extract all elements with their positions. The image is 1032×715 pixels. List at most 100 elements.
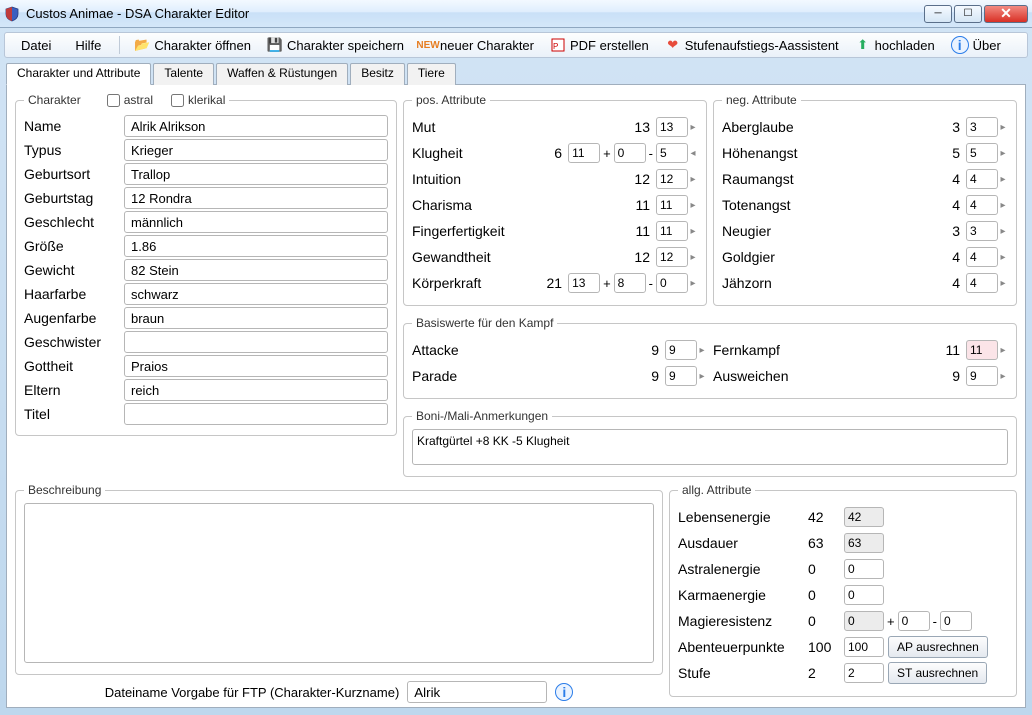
arrow-icon[interactable]: ▸ — [688, 122, 698, 133]
neg-attr-box[interactable] — [966, 195, 998, 215]
neg-attr-box[interactable] — [966, 247, 998, 267]
pos-attr-box[interactable] — [656, 195, 688, 215]
menu-datei[interactable]: Datei — [11, 36, 61, 55]
pos-attr-box[interactable] — [568, 143, 600, 163]
arrow-icon[interactable]: ▸ — [688, 200, 698, 211]
pos-attr-box[interactable] — [656, 247, 688, 267]
folder-open-icon: 📂 — [134, 37, 150, 53]
pos-attr-minus[interactable] — [656, 143, 688, 163]
input-geburtsort[interactable] — [124, 163, 388, 185]
tab-talente[interactable]: Talente — [153, 63, 214, 85]
arrow-icon[interactable]: ▸ — [688, 226, 698, 237]
boni-legend: Boni-/Mali-Anmerkungen — [412, 409, 552, 423]
arrow-icon[interactable]: ◂ — [688, 148, 698, 159]
neg-attr-name: Jähzorn — [722, 275, 936, 291]
tool-save[interactable]: 💾 Charakter speichern — [261, 35, 410, 55]
arrow-icon[interactable]: ▸ — [998, 200, 1008, 211]
close-button[interactable]: ✕ — [984, 5, 1028, 23]
allg-mr-box[interactable] — [844, 611, 884, 631]
allg-le-box[interactable] — [844, 507, 884, 527]
ausweichen-name: Ausweichen — [713, 368, 936, 384]
klerikal-checkbox[interactable] — [171, 94, 184, 107]
neg-attr-box[interactable] — [966, 117, 998, 137]
tab-charakter-attribute[interactable]: Charakter und Attribute — [6, 63, 151, 85]
arrow-icon[interactable]: ▸ — [998, 252, 1008, 263]
arrow-icon[interactable]: ▸ — [998, 278, 1008, 289]
input-geburtstag[interactable] — [124, 187, 388, 209]
parade-name: Parade — [412, 368, 635, 384]
allg-ae-box[interactable] — [844, 559, 884, 579]
arrow-icon[interactable]: ▸ — [998, 174, 1008, 185]
menu-hilfe[interactable]: Hilfe — [65, 36, 111, 55]
tool-about[interactable]: i Über — [945, 34, 1007, 56]
arrow-icon[interactable]: ▸ — [998, 371, 1008, 382]
beschreibung-textarea[interactable] — [24, 503, 654, 663]
attacke-box[interactable] — [665, 340, 697, 360]
arrow-icon[interactable]: ▸ — [697, 345, 707, 356]
neg-attr-name: Totenangst — [722, 197, 936, 213]
fernkampf-box[interactable] — [966, 340, 998, 360]
tool-pdf[interactable]: P PDF erstellen — [544, 35, 655, 55]
pos-attr-minus[interactable] — [656, 273, 688, 293]
input-gewicht[interactable] — [124, 259, 388, 281]
input-typus[interactable] — [124, 139, 388, 161]
titlebar: Custos Animae - DSA Charakter Editor ─ ☐… — [0, 0, 1032, 28]
pos-attr-box[interactable] — [656, 169, 688, 189]
tab-besitz[interactable]: Besitz — [350, 63, 405, 85]
ausweichen-box[interactable] — [966, 366, 998, 386]
arrow-icon[interactable]: ▸ — [998, 226, 1008, 237]
minimize-button[interactable]: ─ — [924, 5, 952, 23]
arrow-icon[interactable]: ▸ — [998, 148, 1008, 159]
input-haarfarbe[interactable] — [124, 283, 388, 305]
arrow-icon[interactable]: ▸ — [998, 345, 1008, 356]
arrow-icon[interactable]: ▸ — [688, 252, 698, 263]
input-augenfarbe[interactable] — [124, 307, 388, 329]
input-gottheit[interactable] — [124, 355, 388, 377]
allg-le-value: 42 — [808, 509, 844, 525]
tool-levelup[interactable]: ❤ Stufenaufstiegs-Aassistent — [659, 35, 845, 55]
allg-st-box[interactable] — [844, 663, 884, 683]
pos-attr-box[interactable] — [568, 273, 600, 293]
parade-box[interactable] — [665, 366, 697, 386]
tab-tiere[interactable]: Tiere — [407, 63, 456, 85]
input-name[interactable] — [124, 115, 388, 137]
astral-checkbox[interactable] — [107, 94, 120, 107]
arrow-icon[interactable]: ▸ — [998, 122, 1008, 133]
input-eltern[interactable] — [124, 379, 388, 401]
arrow-icon[interactable]: ▸ — [688, 278, 698, 289]
boni-textarea[interactable] — [412, 429, 1008, 465]
ftp-info-icon[interactable]: i — [555, 683, 573, 701]
neg-attr-box[interactable] — [966, 169, 998, 189]
input-titel[interactable] — [124, 403, 388, 425]
pos-attr-box[interactable] — [656, 221, 688, 241]
ftp-input[interactable] — [407, 681, 547, 703]
tool-upload[interactable]: ⬆ hochladen — [849, 35, 941, 55]
pos-attr-box[interactable] — [656, 117, 688, 137]
tool-new[interactable]: NEW neuer Charakter — [414, 35, 540, 55]
ausweichen-value: 9 — [936, 368, 960, 384]
input-geschlecht[interactable] — [124, 211, 388, 233]
input-geschwister[interactable] — [124, 331, 388, 353]
pos-attr-name: Charisma — [412, 197, 626, 213]
input-groesse[interactable] — [124, 235, 388, 257]
allg-mr-plus[interactable] — [898, 611, 930, 631]
pos-attr-plus[interactable] — [614, 143, 646, 163]
arrow-icon[interactable]: ▸ — [688, 174, 698, 185]
label-geburtstag: Geburtstag — [24, 190, 124, 206]
allg-mr-minus[interactable] — [940, 611, 972, 631]
tab-waffen-ruestungen[interactable]: Waffen & Rüstungen — [216, 63, 348, 85]
pos-attr-plus[interactable] — [614, 273, 646, 293]
allg-ke-box[interactable] — [844, 585, 884, 605]
allg-au-box[interactable] — [844, 533, 884, 553]
arrow-icon[interactable]: ▸ — [697, 371, 707, 382]
pos-attr-value: 11 — [626, 197, 650, 213]
allg-ap-box[interactable] — [844, 637, 884, 657]
allg-ae-name: Astralenergie — [678, 561, 808, 577]
maximize-button[interactable]: ☐ — [954, 5, 982, 23]
btn-ap[interactable]: AP ausrechnen — [888, 636, 988, 658]
neg-attr-box[interactable] — [966, 221, 998, 241]
neg-attr-box[interactable] — [966, 143, 998, 163]
neg-attr-box[interactable] — [966, 273, 998, 293]
tool-open[interactable]: 📂 Charakter öffnen — [128, 35, 257, 55]
btn-st[interactable]: ST ausrechnen — [888, 662, 987, 684]
